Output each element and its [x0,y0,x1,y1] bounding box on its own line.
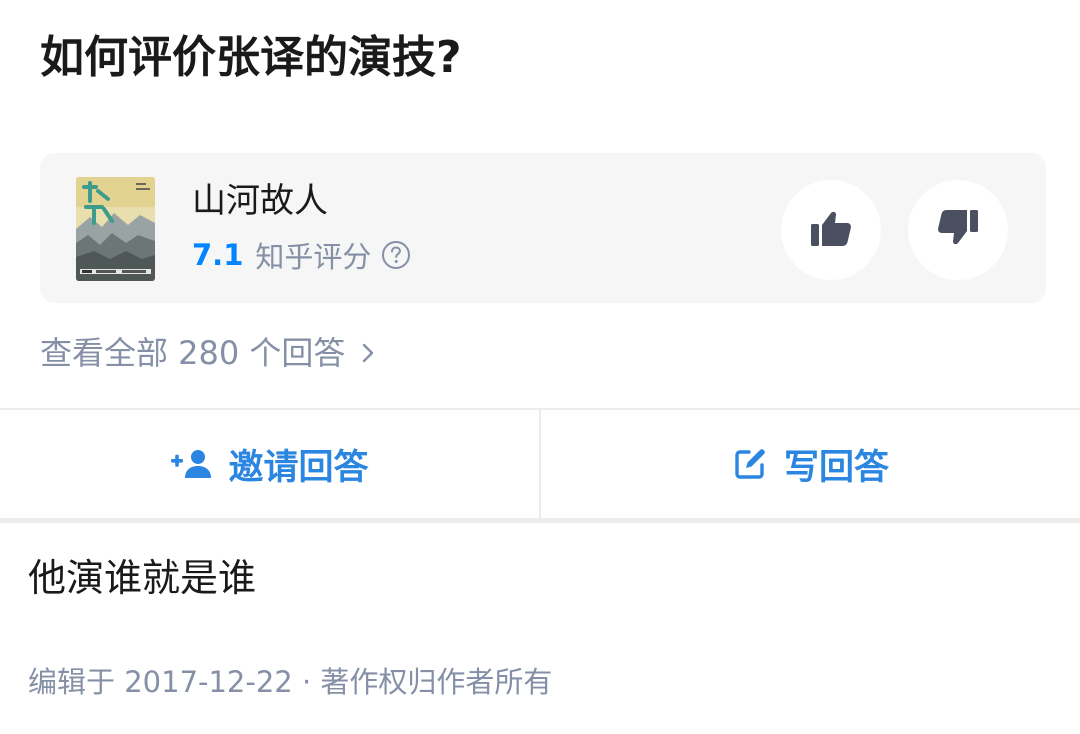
question-title[interactable]: 如何评价张译的演技? [40,26,462,90]
view-all-answers-label: 查看全部 280 个回答 [40,334,346,372]
rating-label: 知乎评分 [255,240,372,274]
invite-answer-label: 邀请回答 [228,447,369,488]
movie-title[interactable]: 山河故人 [192,178,328,224]
invite-answer-button[interactable]: 邀请回答 [0,410,539,518]
answer-action-bar: 邀请回答 写回答 [0,408,1080,523]
rating-row: 7.1 知乎评分 [192,233,411,277]
chevron-right-icon [361,342,375,364]
add-user-icon [170,449,212,479]
question-circle-icon[interactable] [381,240,411,270]
rating-score: 7.1 [192,238,244,272]
movie-poster[interactable] [76,177,155,281]
movie-card[interactable]: 山河故人 7.1 知乎评分 [40,153,1046,303]
write-answer-label: 写回答 [783,447,889,488]
edit-icon [732,446,768,482]
view-all-answers-link[interactable]: 查看全部 280 个回答 [40,330,375,376]
write-answer-button[interactable]: 写回答 [541,410,1080,518]
answer-content[interactable]: 他演谁就是谁 [28,550,256,606]
thumbs-down-icon [936,208,980,252]
thumbs-up-icon [809,208,853,252]
question-page: 如何评价张译的演技? 山河故人 7.1 知乎评分 查看全部 280 个回答 邀请… [0,0,1080,734]
vote-down-button[interactable] [908,180,1008,280]
vote-up-button[interactable] [781,180,881,280]
answer-meta: 编辑于 2017-12-22 · 著作权归作者所有 [28,665,553,699]
